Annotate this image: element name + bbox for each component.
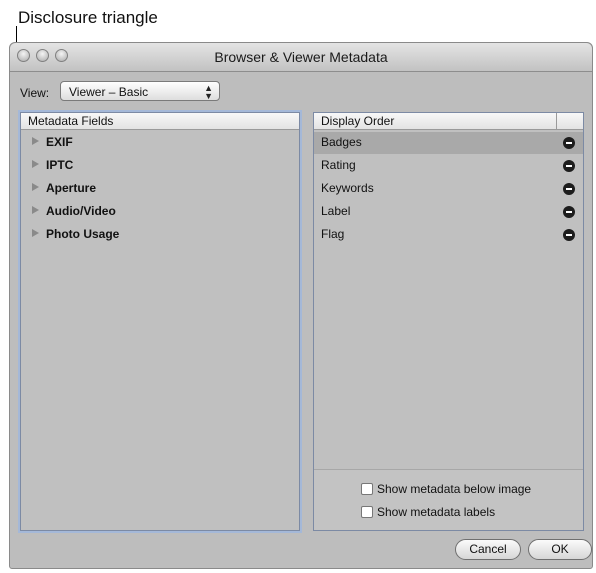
- field-row-aperture[interactable]: Aperture: [21, 178, 299, 200]
- remove-icon[interactable]: [563, 183, 575, 195]
- metadata-fields-header: Metadata Fields: [21, 113, 299, 130]
- disclosure-triangle-icon[interactable]: [32, 206, 39, 214]
- field-label: Audio/Video: [46, 204, 116, 218]
- display-order-header: Display Order: [314, 113, 583, 130]
- display-order-label: Label: [321, 204, 351, 218]
- header-column-divider: [556, 113, 557, 129]
- remove-icon[interactable]: [563, 137, 575, 149]
- disclosure-triangle-icon[interactable]: [32, 229, 39, 237]
- display-order-label: Keywords: [321, 181, 374, 195]
- display-options-area: Show metadata below image Show metadata …: [314, 469, 583, 530]
- field-row-exif[interactable]: EXIF: [21, 132, 299, 154]
- show-below-image-label[interactable]: Show metadata below image: [377, 482, 531, 496]
- field-row-photo-usage[interactable]: Photo Usage: [21, 224, 299, 246]
- field-label: Aperture: [46, 181, 97, 195]
- remove-icon[interactable]: [563, 206, 575, 218]
- display-order-panel: Display Order Badges Rating Keywords Lab…: [313, 112, 584, 531]
- field-row-audio-video[interactable]: Audio/Video: [21, 201, 299, 223]
- disclosure-triangle-icon[interactable]: [32, 137, 39, 145]
- display-order-row-flag[interactable]: Flag: [314, 224, 583, 246]
- remove-icon[interactable]: [563, 229, 575, 241]
- display-order-label: Badges: [321, 135, 362, 149]
- window-title: Browser & Viewer Metadata: [214, 49, 388, 65]
- display-order-label: Flag: [321, 227, 345, 241]
- field-label: Photo Usage: [46, 227, 120, 241]
- title-bar: Browser & Viewer Metadata: [10, 43, 592, 72]
- view-select-value: Viewer – Basic: [69, 85, 149, 99]
- show-labels-checkbox[interactable]: [361, 506, 373, 518]
- display-order-row-label[interactable]: Label: [314, 201, 583, 223]
- show-below-image-checkbox[interactable]: [361, 483, 373, 495]
- display-order-row-badges[interactable]: Badges: [314, 132, 583, 154]
- disclosure-triangle-icon[interactable]: [32, 183, 39, 191]
- callout-label: Disclosure triangle: [18, 8, 158, 27]
- field-label: EXIF: [46, 135, 73, 149]
- remove-icon[interactable]: [563, 160, 575, 172]
- display-order-label: Rating: [321, 158, 356, 172]
- ok-button[interactable]: OK: [528, 539, 592, 560]
- field-label: IPTC: [46, 158, 74, 172]
- view-label: View:: [20, 86, 50, 100]
- updown-arrows-icon: ▲ ▼: [204, 83, 213, 101]
- display-order-row-keywords[interactable]: Keywords: [314, 178, 583, 200]
- disclosure-triangle-icon[interactable]: [32, 160, 39, 168]
- metadata-dialog-window: Browser & Viewer Metadata View: Viewer –…: [9, 42, 593, 569]
- display-order-row-rating[interactable]: Rating: [314, 155, 583, 177]
- view-select[interactable]: Viewer – Basic ▲ ▼: [60, 81, 220, 101]
- field-row-iptc[interactable]: IPTC: [21, 155, 299, 177]
- metadata-fields-header-label: Metadata Fields: [28, 114, 114, 128]
- show-labels-label[interactable]: Show metadata labels: [377, 505, 495, 519]
- metadata-fields-panel: Metadata Fields EXIF IPTC Aperture Audio…: [20, 112, 300, 531]
- cancel-button[interactable]: Cancel: [455, 539, 521, 560]
- display-order-header-label: Display Order: [321, 114, 395, 128]
